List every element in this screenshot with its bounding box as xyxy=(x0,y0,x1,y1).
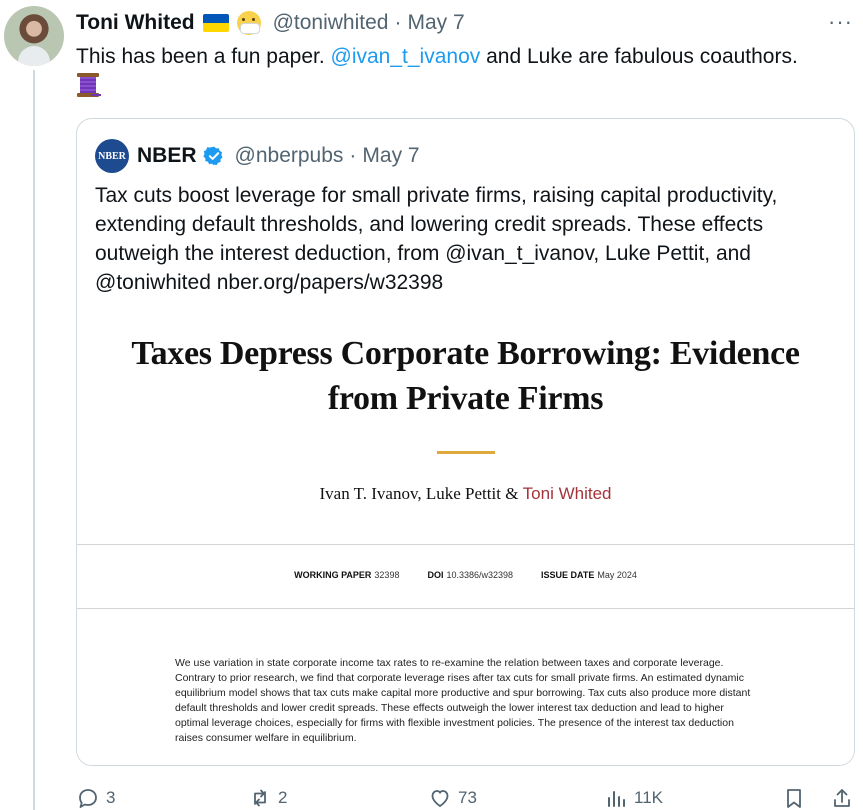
bookmark-button[interactable] xyxy=(782,786,806,810)
quote-date[interactable]: May 7 xyxy=(362,144,419,168)
more-options-icon[interactable]: ··· xyxy=(828,9,853,35)
spool-of-thread-icon xyxy=(77,73,101,99)
paper-authors: Ivan T. Ivanov, Luke Pettit & Toni White… xyxy=(77,484,854,504)
wp-label: WORKING PAPER xyxy=(294,570,372,580)
quote-author-name[interactable]: NBER xyxy=(137,144,197,168)
doi-value: 10.3386/w32398 xyxy=(446,570,514,580)
retweet-count: 2 xyxy=(278,788,288,807)
tweet-actions: 3 2 73 11K xyxy=(76,786,856,810)
title-accent-bar xyxy=(437,451,495,454)
author-handle[interactable]: @toniwhited xyxy=(273,11,389,35)
views-button[interactable]: 11K xyxy=(604,786,663,810)
like-button[interactable]: 73 xyxy=(428,786,477,810)
retweet-icon xyxy=(254,789,266,807)
face-mask-emoji-icon xyxy=(236,11,261,35)
reply-button[interactable]: 3 xyxy=(76,786,115,810)
bookmark-icon xyxy=(787,789,801,808)
wp-value: 32398 xyxy=(374,570,400,580)
avatar-shoulders xyxy=(18,46,50,66)
doi-label: DOI xyxy=(427,570,444,580)
issue-date-value: May 2024 xyxy=(597,570,637,580)
nber-logo[interactable]: NBER xyxy=(95,139,129,173)
paper-meta-row: WORKING PAPER 32398 DOI 10.3386/w32398 ISS… xyxy=(77,570,854,580)
paper-title-line-2: from Private Firms xyxy=(327,380,604,417)
issue-date-meta: ISSUE DATE May 2024 xyxy=(541,570,637,580)
share-button[interactable] xyxy=(830,786,854,810)
dot-separator: · xyxy=(394,11,402,34)
quote-header: NBER NBER @nberpubs · May 7 xyxy=(95,139,420,173)
quote-handle[interactable]: @nberpubs xyxy=(235,144,344,168)
reply-count: 3 xyxy=(106,788,116,807)
heart-icon xyxy=(431,790,449,807)
tweet-text: This has been a fun paper. @ivan_t_ivano… xyxy=(76,43,856,71)
quote-text: Tax cuts boost leverage for small privat… xyxy=(95,184,778,294)
paper-author-highlight: Toni Whited xyxy=(522,484,612,503)
views-count: 11K xyxy=(634,788,663,807)
author-avatar[interactable] xyxy=(4,6,64,66)
working-paper-meta: WORKING PAPER 32398 xyxy=(294,570,399,580)
issue-date-label: ISSUE DATE xyxy=(541,570,595,580)
dot-separator: · xyxy=(349,144,357,167)
like-count: 73 xyxy=(458,788,477,807)
verified-badge-icon xyxy=(202,146,223,166)
tweet-text-before: This has been a fun paper. xyxy=(76,45,331,68)
tweet-date[interactable]: May 7 xyxy=(407,11,464,35)
retweet-button[interactable]: 2 xyxy=(248,786,287,810)
paper-abstract: We use variation in state corporate inco… xyxy=(175,657,751,744)
doi-meta: DOI 10.3386/w32398 xyxy=(427,570,513,580)
paper-title: Taxes Depress Corporate Borrowing: Evide… xyxy=(77,331,854,421)
paper-preview-image[interactable]: Taxes Depress Corporate Borrowing: Evide… xyxy=(77,301,854,765)
author-name[interactable]: Toni Whited xyxy=(76,11,195,35)
paper-title-line-1: Taxes Depress Corporate Borrowing: Evide… xyxy=(131,335,800,372)
paper-divider-top xyxy=(77,544,854,545)
views-chart-icon xyxy=(608,791,625,807)
mention-link[interactable]: @ivan_t_ivanov xyxy=(331,45,481,68)
reply-icon xyxy=(79,789,97,808)
paper-divider-bottom xyxy=(77,608,854,609)
ukraine-flag-icon xyxy=(202,14,229,32)
paper-authors-plain: Ivan T. Ivanov, Luke Pettit & xyxy=(319,484,523,503)
share-icon xyxy=(834,789,850,807)
quoted-tweet[interactable]: NBER NBER @nberpubs · May 7 Tax cuts boo… xyxy=(76,118,855,766)
tweet-header: Toni Whited @toniwhited · May 7 xyxy=(76,11,465,35)
thread-line xyxy=(33,70,35,810)
tweet-text-after: and Luke are fabulous coauthors. xyxy=(480,45,798,68)
